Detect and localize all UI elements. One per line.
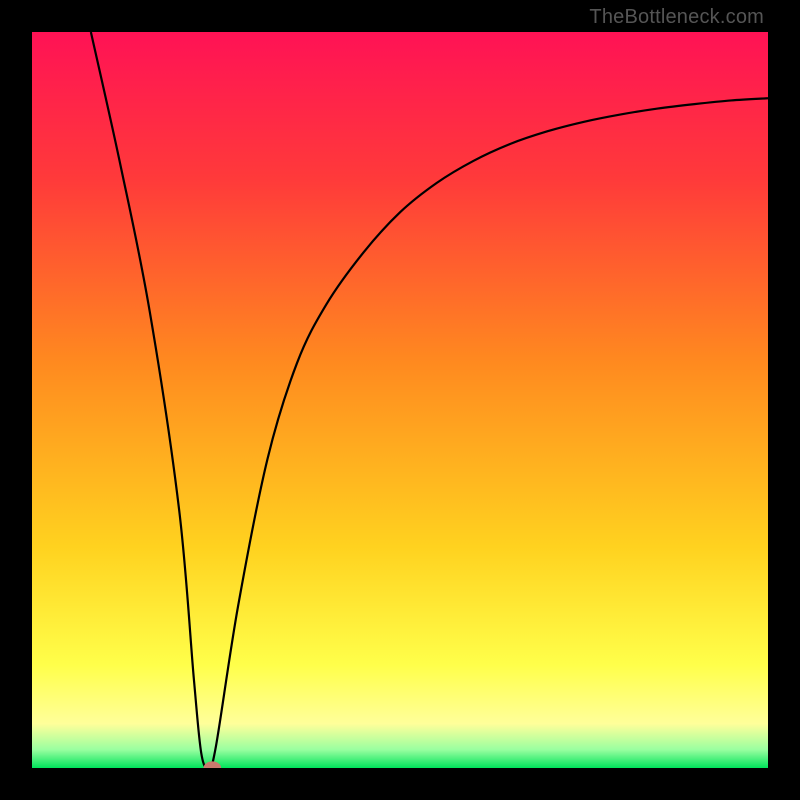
chart-stage: TheBottleneck.com: [0, 0, 800, 800]
plot-area: [32, 32, 768, 768]
attribution-label: TheBottleneck.com: [589, 6, 764, 29]
background-rect: [32, 32, 768, 768]
chart-svg: [32, 32, 768, 768]
